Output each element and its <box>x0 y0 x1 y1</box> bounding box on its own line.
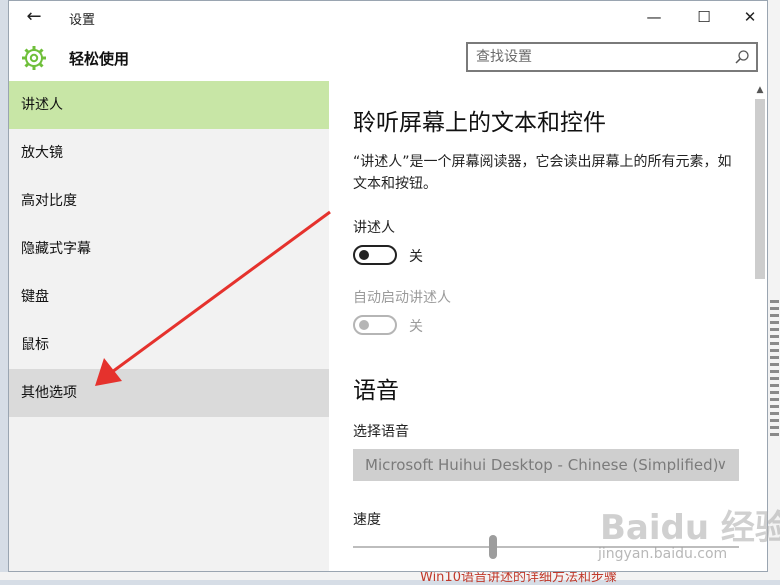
sidebar-item-mouse[interactable]: 鼠标 <box>9 321 329 369</box>
sidebar-item-magnifier[interactable]: 放大镜 <box>9 129 329 177</box>
background-desktop-bottom <box>0 572 780 580</box>
speed-label: 速度 <box>353 512 381 528</box>
scrollbar-thumb[interactable] <box>755 99 765 279</box>
autostart-toggle <box>353 315 397 335</box>
narrator-toggle[interactable] <box>353 245 397 265</box>
close-icon: ✕ <box>743 8 757 26</box>
minimize-icon: — <box>646 8 662 26</box>
search-icon[interactable] <box>734 49 750 65</box>
voice-select: Microsoft Huihui Desktop - Chinese (Simp… <box>353 449 739 481</box>
maximize-button[interactable]: ☐ <box>681 1 727 33</box>
narrator-label: 讲述人 <box>353 220 395 236</box>
settings-window: ← 设置 — ☐ ✕ 轻松使用 查找设置 讲述人 放大镜 高对比度 隐藏式字幕 … <box>8 0 768 572</box>
gear-icon <box>22 46 46 70</box>
title-bar: ← 设置 — ☐ ✕ <box>9 1 767 33</box>
voice-select-value: Microsoft Huihui Desktop - Chinese (Simp… <box>365 456 719 474</box>
scroll-up-icon[interactable]: ▲ <box>751 85 767 97</box>
sidebar-item-keyboard[interactable]: 键盘 <box>9 273 329 321</box>
autostart-toggle-state: 关 <box>409 319 423 335</box>
section-heading: 聆听屏幕上的文本和控件 <box>353 110 606 136</box>
background-desktop-right <box>768 0 780 580</box>
close-button[interactable]: ✕ <box>727 1 767 33</box>
minimize-button[interactable]: — <box>631 1 677 33</box>
chevron-down-icon: ∨ <box>716 457 727 473</box>
window-title: 设置 <box>69 13 96 28</box>
sidebar-item-high-contrast[interactable]: 高对比度 <box>9 177 329 225</box>
back-button[interactable]: ← <box>21 7 47 27</box>
page-header: 轻松使用 <box>9 33 767 81</box>
maximize-icon: ☐ <box>697 8 711 26</box>
sidebar-item-other-options[interactable]: 其他选项 <box>9 369 329 417</box>
sidebar: 讲述人 放大镜 高对比度 隐藏式字幕 键盘 鼠标 其他选项 <box>9 81 329 571</box>
narrator-toggle-state: 关 <box>409 249 423 265</box>
choose-voice-label: 选择语音 <box>353 424 409 440</box>
toggle-knob <box>359 320 369 330</box>
speed-slider-track[interactable] <box>353 546 739 548</box>
narrator-description: “讲述人”是一个屏幕阅读器，它会读出屏幕上的所有元素，如文本和按钮。 <box>353 154 732 192</box>
sidebar-item-closed-captions[interactable]: 隐藏式字幕 <box>9 225 329 273</box>
back-arrow-icon: ← <box>26 6 42 27</box>
search-box[interactable] <box>466 42 758 72</box>
content-pane: 聆听屏幕上的文本和控件 “讲述人”是一个屏幕阅读器，它会读出屏幕上的所有元素，如… <box>329 81 751 571</box>
background-text-fragment <box>770 300 779 440</box>
speed-slider-thumb[interactable] <box>489 535 497 559</box>
search-input[interactable] <box>468 44 736 70</box>
voice-heading: 语音 <box>353 378 399 404</box>
page-title: 轻松使用 <box>69 50 130 68</box>
autostart-label: 自动启动讲述人 <box>353 290 451 306</box>
sidebar-item-narrator[interactable]: 讲述人 <box>9 81 329 129</box>
vertical-scrollbar[interactable]: ▲ <box>751 81 767 571</box>
toggle-knob <box>359 250 369 260</box>
